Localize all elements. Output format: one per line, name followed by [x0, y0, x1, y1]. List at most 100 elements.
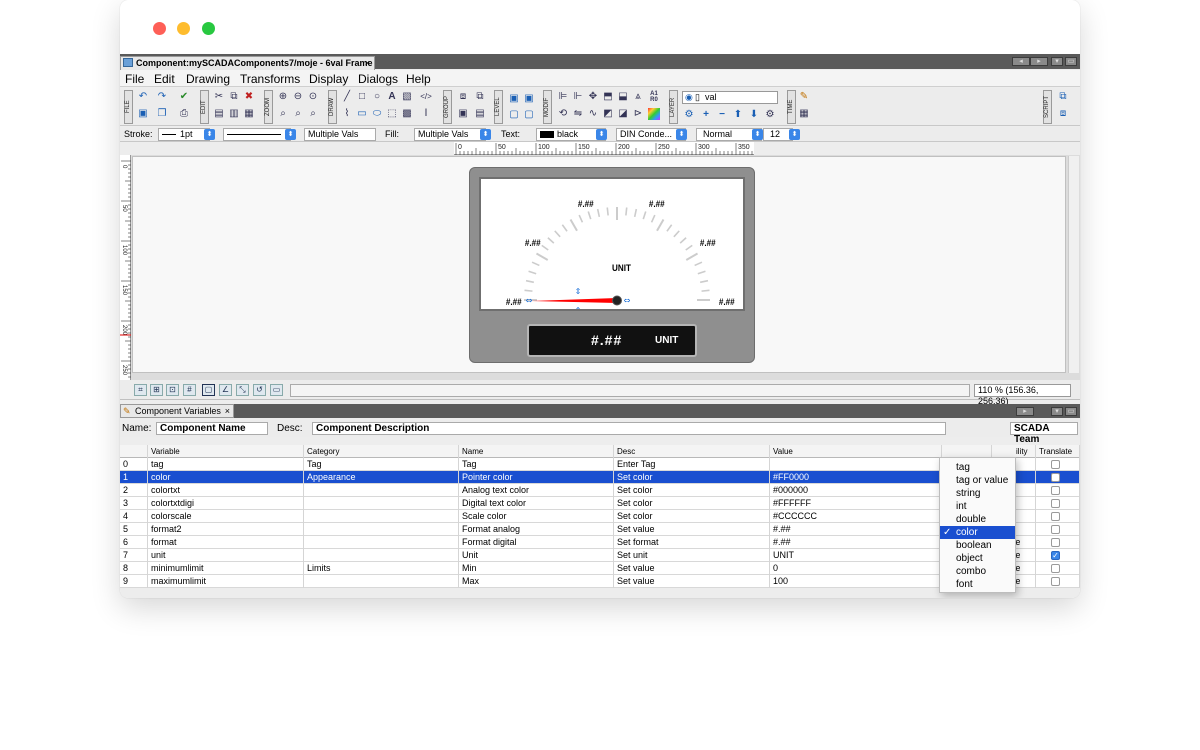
menu-transforms[interactable]: Transforms: [240, 72, 300, 86]
image-tool-icon[interactable]: ▧: [401, 91, 413, 103]
table-row[interactable]: 4colorscaleScale colorSet color#CCCCCCbl…: [120, 510, 1080, 523]
cell-name[interactable]: Scale color: [459, 510, 614, 523]
zoom-fit-icon[interactable]: ⊙: [307, 91, 319, 103]
translate-checkbox[interactable]: [1051, 512, 1060, 521]
translate-checkbox[interactable]: ✓: [1051, 551, 1060, 560]
cell-variable[interactable]: minimumlimit: [148, 562, 304, 575]
cell-variable[interactable]: colortxt: [148, 484, 304, 497]
translate-checkbox[interactable]: [1051, 486, 1060, 495]
rounded-rect-tool-icon[interactable]: ▭: [356, 108, 368, 120]
cell-desc[interactable]: Set value: [614, 575, 770, 588]
zoom-page-icon[interactable]: ⌕: [307, 108, 319, 120]
cell-variable[interactable]: colortxtdigi: [148, 497, 304, 510]
line-tool-icon[interactable]: ╱: [341, 91, 353, 103]
translate-checkbox[interactable]: [1051, 538, 1060, 547]
cell-desc[interactable]: Set value: [614, 562, 770, 575]
scroll-left-icon[interactable]: ◂: [1012, 57, 1030, 66]
component-name-input[interactable]: Component Name: [156, 422, 268, 435]
stroke-style-value[interactable]: Multiple Vals: [304, 128, 376, 141]
layer-select[interactable]: ◉ ▯ val: [682, 91, 778, 104]
column-header[interactable]: Value: [770, 445, 942, 458]
type-option[interactable]: ✓ color: [940, 526, 1015, 539]
close-window-button[interactable]: [153, 22, 166, 35]
rectangle-tool-icon[interactable]: □: [356, 91, 368, 103]
menu-file[interactable]: File: [125, 72, 144, 86]
curve-icon[interactable]: ∿: [587, 108, 599, 120]
save-icon[interactable]: ▣: [137, 108, 149, 120]
print-preview-icon[interactable]: ⎙: [178, 108, 190, 120]
cell-idx[interactable]: 0: [120, 458, 148, 471]
table-row[interactable]: 2 colortxt Analog text color Set color #0000…: [120, 484, 1080, 497]
cell-value[interactable]: #.##: [770, 536, 942, 549]
group-edit-icon[interactable]: ▣: [457, 108, 469, 120]
chevron-down-icon[interactable]: ⬍: [676, 129, 687, 140]
cell-desc[interactable]: Enter Tag: [614, 458, 770, 471]
delete-icon[interactable]: ✖: [243, 91, 255, 103]
cell-name[interactable]: Format digital: [459, 536, 614, 549]
grid-icon[interactable]: #: [183, 384, 196, 396]
undo-history-icon[interactable]: ↺: [253, 384, 266, 396]
type-option[interactable]: string: [940, 487, 1015, 500]
zoom-area-icon[interactable]: ⌕: [277, 108, 289, 120]
play-icon[interactable]: ⊳: [632, 108, 644, 120]
undo-icon[interactable]: ↶: [137, 91, 149, 103]
type-option[interactable]: double: [940, 513, 1015, 526]
translate-checkbox[interactable]: [1051, 460, 1060, 469]
type-option[interactable]: font: [940, 578, 1015, 591]
shape-icon[interactable]: ◪: [617, 108, 629, 120]
cell-value[interactable]: #.##: [770, 523, 942, 536]
cell-idx[interactable]: 1: [120, 471, 148, 484]
type-option[interactable]: tag: [940, 461, 1015, 474]
script-edit-icon[interactable]: ⧈: [1057, 108, 1069, 120]
column-header[interactable]: Desc: [614, 445, 770, 458]
resize-icon[interactable]: ⬒: [602, 91, 614, 103]
menu-drawing[interactable]: Drawing: [186, 72, 230, 86]
gauge-component[interactable]: ⇔⇔⇕⇕ #.## #.## #.## #.## #.## #.## UNIT …: [469, 167, 755, 363]
cell-desc[interactable]: Set value: [614, 523, 770, 536]
angle-icon[interactable]: ∠: [219, 384, 232, 396]
align-center-icon[interactable]: ⊩: [572, 91, 584, 103]
ellipse-tool-icon[interactable]: ○: [371, 91, 383, 103]
check-icon[interactable]: ✔: [178, 91, 190, 103]
cell-desc[interactable]: Set format: [614, 536, 770, 549]
minimize-window-button[interactable]: [177, 22, 190, 35]
layer-settings-icon[interactable]: ⚙: [764, 109, 776, 121]
cell-value[interactable]: [770, 458, 942, 471]
pencil-icon[interactable]: ✎: [798, 91, 810, 103]
cell-name[interactable]: Analog text color: [459, 484, 614, 497]
scroll-right-icon[interactable]: ▸: [1016, 407, 1034, 416]
cell-name[interactable]: Min: [459, 562, 614, 575]
cell-name[interactable]: Tag: [459, 458, 614, 471]
group-select-icon[interactable]: ▤: [474, 108, 486, 120]
table-row[interactable]: 6formatFormat digitalSet format#.##strin…: [120, 536, 1080, 549]
dotted-rect-tool-icon[interactable]: ⬚: [386, 108, 398, 120]
column-header[interactable]: Translate: [1036, 445, 1080, 458]
translate-checkbox[interactable]: [1051, 473, 1060, 482]
copy-style-icon[interactable]: ⬓: [617, 91, 629, 103]
cell-variable[interactable]: format2: [148, 523, 304, 536]
cell-value[interactable]: #000000: [770, 484, 942, 497]
cell-idx[interactable]: 4: [120, 510, 148, 523]
paste-special-icon[interactable]: ▥: [228, 108, 240, 120]
table-row[interactable]: 8minimumlimitLimitsMinSet value0tag or v…: [120, 562, 1080, 575]
cell-category[interactable]: [304, 549, 459, 562]
cell-category[interactable]: [304, 523, 459, 536]
drawing-canvas[interactable]: ⇔⇔⇕⇕ #.## #.## #.## #.## #.## #.## UNIT …: [132, 156, 1066, 373]
close-icon[interactable]: ×: [225, 405, 230, 417]
scroll-right-icon[interactable]: ▸: [1030, 57, 1048, 66]
maximize-icon[interactable]: ▭: [1065, 57, 1077, 66]
translate-checkbox[interactable]: [1051, 564, 1060, 573]
table-row[interactable]: 5format2Format analogSet value#.##ble: [120, 523, 1080, 536]
fill-select[interactable]: Multiple Vals: [414, 128, 486, 141]
chart-tool-icon[interactable]: ▩: [401, 108, 413, 120]
redo-icon[interactable]: ↷: [156, 91, 168, 103]
snap-grid-icon[interactable]: ⊞: [150, 384, 163, 396]
type-option[interactable]: boolean: [940, 539, 1015, 552]
cell-category[interactable]: [304, 536, 459, 549]
fit-icon[interactable]: ⤡: [236, 384, 249, 396]
text-field-tool-icon[interactable]: Ⅰ: [420, 108, 432, 120]
translate-checkbox[interactable]: [1051, 499, 1060, 508]
cell-desc[interactable]: Set unit: [614, 549, 770, 562]
save-all-icon[interactable]: ❐: [156, 108, 168, 120]
type-option[interactable]: combo: [940, 565, 1015, 578]
